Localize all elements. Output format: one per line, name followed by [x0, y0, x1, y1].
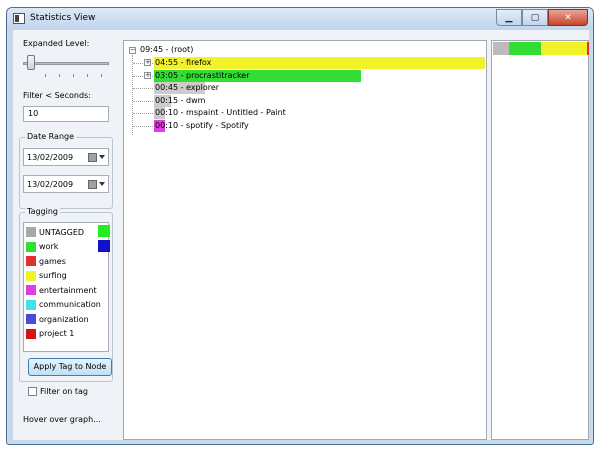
slider-tick [59, 74, 60, 77]
title-bar[interactable]: Statistics View ▁ ▢ ✕ [7, 8, 593, 30]
left-panel: Expanded Level: Filter < Seconds: 10 Dat… [13, 30, 117, 440]
expand-node-icon[interactable]: + [144, 59, 151, 66]
tag-name: games [39, 256, 66, 266]
date-to-picker[interactable]: 13/02/2009 [23, 175, 109, 193]
tree-root[interactable]: 09:45 - (root) [140, 44, 193, 56]
expanded-level-slider[interactable] [23, 62, 109, 65]
slider-tick [45, 74, 46, 77]
tag-swatch [26, 328, 36, 339]
expanded-level-slider-thumb[interactable] [27, 55, 35, 70]
expand-node-icon[interactable]: + [144, 71, 151, 79]
tag-item[interactable]: UNTAGGED [26, 225, 84, 239]
tag-swatch [26, 227, 36, 237]
client-area: Expanded Level: Filter < Seconds: 10 Dat… [13, 30, 589, 440]
tag-name: entertainment [39, 285, 97, 295]
chevron-down-icon [99, 155, 105, 159]
tagging-label: Tagging [25, 207, 60, 216]
tree-line [132, 55, 133, 135]
tag-name: surfing [39, 271, 67, 280]
close-button[interactable]: ✕ [548, 9, 588, 26]
graph-segment[interactable] [587, 42, 589, 55]
close-icon: ✕ [564, 12, 572, 23]
tree-node[interactable]: 00:10 - spotify - Spotify [155, 120, 249, 132]
tree-view[interactable]: − 09:45 - (root) +04:55 - firefox +03:05 … [123, 40, 487, 440]
statistics-window: Statistics View ▁ ▢ ✕ Expanded Level: Fi… [6, 7, 594, 445]
graph-segment[interactable] [541, 42, 588, 55]
filter-on-tag-checkbox[interactable] [28, 387, 37, 396]
tag-list[interactable]: UNTAGGED work games surfing entertainment com… [23, 222, 109, 352]
expanded-level-label: Expanded Level: [23, 39, 90, 48]
window-controls: ▁ ▢ ✕ [496, 9, 588, 26]
app-icon [13, 13, 25, 24]
date-to-value: 13/02/2009 [27, 180, 74, 189]
tag-item[interactable]: project 1 [26, 327, 74, 341]
tag-name: work [39, 242, 59, 251]
tag-name: organization [39, 314, 89, 324]
window-title: Statistics View [30, 13, 96, 23]
tag-item[interactable]: work [26, 240, 58, 254]
calendar-icon [88, 152, 97, 162]
collapse-root-icon[interactable]: − [129, 47, 136, 54]
date-from-dropdown[interactable] [88, 151, 106, 163]
tree-node[interactable]: 00:45 - explorer [155, 82, 219, 94]
calendar-icon [88, 179, 97, 189]
date-to-dropdown[interactable] [88, 178, 106, 190]
tag-item[interactable]: entertainment [26, 283, 97, 297]
date-from-value: 13/02/2009 [27, 153, 74, 162]
tag-name: project 1 [39, 329, 75, 338]
slider-tick [87, 74, 88, 77]
graph-view[interactable] [491, 40, 589, 440]
tree-line [133, 125, 153, 127]
date-range-label: Date Range [25, 132, 77, 141]
apply-tag-button[interactable]: Apply Tag to Node [28, 358, 112, 376]
tag-item[interactable]: surfing [26, 269, 67, 283]
filter-seconds-input[interactable]: 10 [23, 106, 109, 122]
minimize-button[interactable]: ▁ [496, 9, 522, 26]
tag-swatch [26, 241, 36, 252]
tag-name: communication [39, 300, 101, 309]
tag-item[interactable]: organization [26, 312, 89, 326]
tag-swatch [26, 256, 36, 266]
date-from-picker[interactable]: 13/02/2009 [23, 148, 109, 166]
graph-segment[interactable] [493, 42, 510, 55]
tree-node[interactable]: 04:55 - firefox [155, 57, 211, 69]
tree-node[interactable]: 00:10 - mspaint - Untitled - Paint [155, 107, 286, 119]
tag-name: UNTAGGED [39, 227, 85, 237]
maximize-icon: ▢ [530, 12, 540, 23]
tag-swatch [26, 314, 36, 324]
tag-item[interactable]: communication [26, 298, 101, 312]
slider-tick [101, 74, 102, 77]
tree-line [133, 113, 153, 114]
tag-item[interactable]: games [26, 254, 66, 268]
tree-node[interactable]: 03:05 - procrastitracker [155, 70, 250, 82]
tag-color-swatch[interactable] [98, 225, 110, 237]
hover-status-text: Hover over graph... [23, 415, 101, 424]
minimize-icon: ▁ [505, 12, 513, 23]
tag-swatch [26, 270, 36, 281]
maximize-button[interactable]: ▢ [522, 9, 548, 26]
tree-line [133, 100, 153, 102]
slider-tick [73, 74, 74, 77]
tree-node[interactable]: 00:15 - dwm [155, 95, 205, 107]
tag-swatch [26, 285, 36, 295]
filter-on-tag-label: Filter on tag [40, 387, 88, 396]
filter-seconds-label: Filter < Seconds: [23, 91, 91, 100]
tag-swatch [26, 299, 36, 310]
tree-line [133, 88, 153, 89]
graph-segment[interactable] [509, 42, 541, 55]
chevron-down-icon [99, 182, 105, 186]
tag-color-swatch[interactable] [98, 240, 110, 252]
